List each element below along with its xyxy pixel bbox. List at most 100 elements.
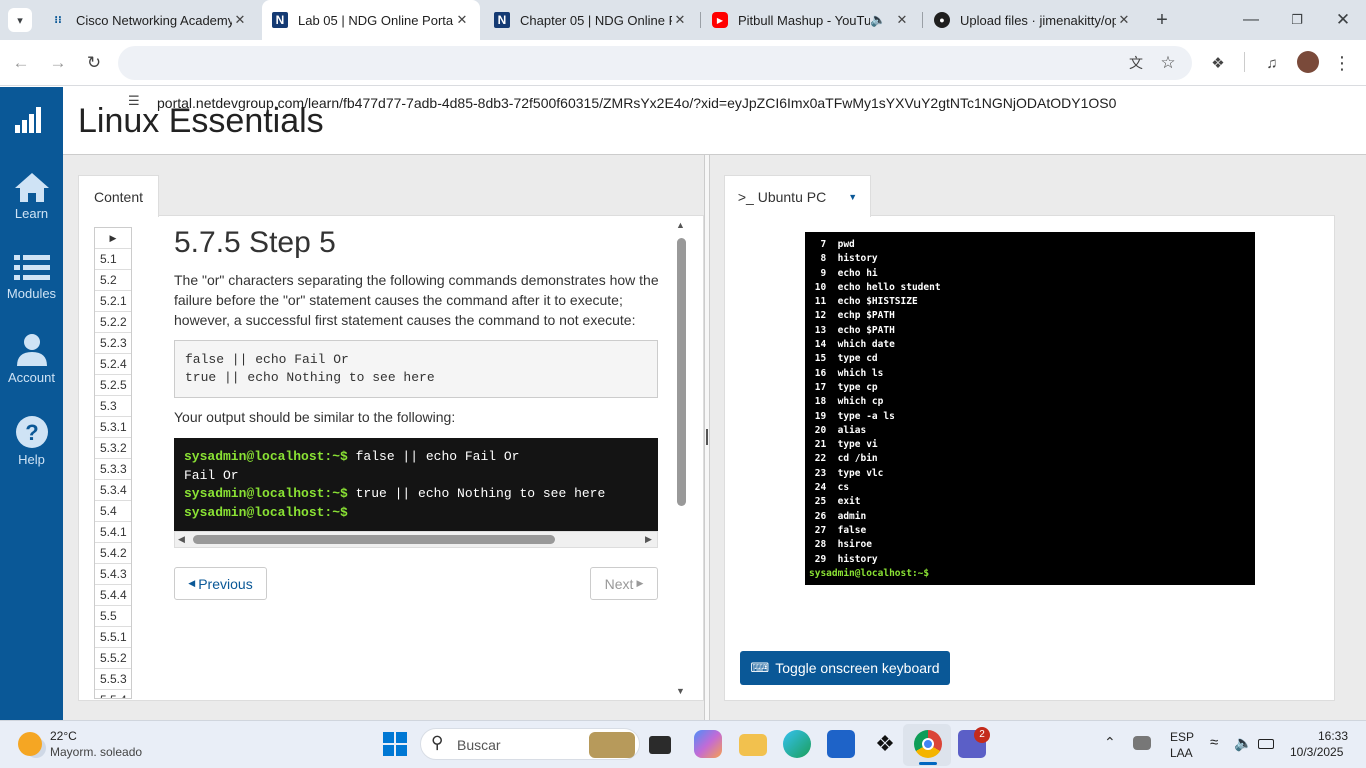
security-icon[interactable] [1133, 736, 1151, 750]
weather-icon[interactable] [18, 732, 42, 756]
tab-cisco[interactable]: ⁝⁝ Cisco Networking Academy ✕ [40, 0, 258, 40]
dropbox-icon[interactable]: ❖ [871, 730, 899, 758]
tab-github[interactable]: ● Upload files · jimenakitty/op ✕ [924, 0, 1142, 40]
task-view-icon[interactable] [649, 736, 671, 754]
media-control-icon[interactable]: ♫ [1259, 50, 1285, 76]
toc-item[interactable]: 5.3 [95, 396, 131, 417]
browser-tab-strip: ▾ ⁝⁝ Cisco Networking Academy ✕ N Lab 05… [0, 0, 1366, 40]
toc-item[interactable]: 5.3.1 [95, 417, 131, 438]
new-tab-button[interactable]: + [1150, 8, 1174, 32]
vertical-scrollbar[interactable]: ▲ ▼ [676, 220, 688, 698]
caret-down-icon[interactable]: ▼ [848, 192, 857, 202]
profile-avatar[interactable] [1297, 51, 1319, 73]
extensions-icon[interactable]: ❖ [1205, 50, 1231, 76]
toc-item[interactable]: 5.3.2 [95, 438, 131, 459]
toc-item[interactable]: 5.2.3 [95, 333, 131, 354]
scroll-right-arrow[interactable]: ▶ [645, 534, 652, 545]
lang-bottom[interactable]: LAA [1170, 746, 1193, 760]
chrome-inner [922, 738, 934, 750]
close-window-button[interactable]: ✕ [1320, 0, 1366, 40]
tab-label: >_ Ubuntu PC [737, 188, 827, 205]
toc-item[interactable]: 5.4.1 [95, 522, 131, 543]
scrollbar-thumb[interactable] [677, 238, 686, 506]
clock-date[interactable]: 10/3/2025 [1290, 745, 1343, 759]
sidebar-item-help[interactable]: ? Help [0, 415, 63, 467]
scroll-down-arrow[interactable]: ▼ [676, 686, 685, 696]
back-button[interactable]: ← [8, 50, 34, 76]
history-line: 18 which cp [809, 396, 884, 408]
forward-button[interactable]: → [45, 50, 71, 76]
close-icon[interactable]: ✕ [672, 12, 688, 28]
toc-item[interactable]: 5.5.1 [95, 627, 131, 648]
toc-item[interactable]: 5.5.4 [95, 690, 131, 698]
sidebar-item-modules[interactable]: Modules [0, 253, 63, 301]
show-hidden-icons[interactable]: ⌃ [1104, 734, 1116, 751]
tab-search-button[interactable]: ▾ [8, 8, 32, 32]
volume-icon[interactable]: 🔈 [1234, 734, 1253, 752]
next-button[interactable]: Next ▶ [590, 567, 658, 600]
minimize-button[interactable]: — [1228, 0, 1274, 40]
close-icon[interactable]: ✕ [894, 12, 910, 28]
restore-button[interactable]: ❐ [1274, 0, 1320, 40]
panel-resize-handle[interactable] [704, 155, 710, 720]
history-line: 24 cs [809, 482, 850, 494]
close-icon[interactable]: ✕ [1116, 12, 1132, 28]
close-icon[interactable]: ✕ [454, 12, 470, 28]
sidebar-item-learn[interactable]: Learn [0, 171, 63, 221]
sample-output-terminal: sysadmin@localhost:~$ false || echo Fail… [174, 438, 658, 532]
windows-start-icon[interactable] [383, 732, 407, 756]
previous-button[interactable]: ◀ Previous [174, 567, 267, 600]
speaker-icon[interactable]: 🔈 [870, 12, 886, 28]
toc-item[interactable]: 5.4.4 [95, 585, 131, 606]
bookmark-star-icon[interactable]: ☆ [1155, 50, 1181, 76]
toggle-keyboard-button[interactable]: ⌨ Toggle onscreen keyboard [740, 651, 950, 685]
battery-icon[interactable] [1258, 739, 1274, 749]
toc-item[interactable]: 5.4.2 [95, 543, 131, 564]
reload-button[interactable]: ↻ [81, 50, 107, 76]
file-explorer-icon[interactable] [739, 734, 767, 756]
wifi-icon[interactable]: ≈ [1210, 734, 1218, 751]
toc-item[interactable]: 5.1 [95, 249, 131, 270]
tab-youtube[interactable]: ▶ Pitbull Mashup - YouTub 🔈 ✕ [702, 0, 920, 40]
copilot-icon[interactable] [694, 730, 722, 758]
toc-item[interactable]: 5.3.4 [95, 480, 131, 501]
scroll-left-arrow[interactable]: ◀ [178, 534, 185, 545]
weather-desc[interactable]: Mayorm. soleado [50, 745, 142, 759]
edge-icon[interactable] [783, 730, 811, 758]
table-of-contents: ▶ 5.1 5.2 5.2.1 5.2.2 5.2.3 5.2.4 5.2.5 5.3 5.3.… [94, 227, 132, 699]
tab-lab05[interactable]: N Lab 05 | NDG Online Portal ✕ [262, 0, 480, 40]
tab-content[interactable]: Content [78, 175, 159, 217]
toc-item[interactable]: 5.3.3 [95, 459, 131, 480]
lang-top[interactable]: ESP [1170, 730, 1194, 744]
terminal-prompt: sysadmin@localhost:~$ [184, 449, 348, 464]
toc-item[interactable]: 5.2.5 [95, 375, 131, 396]
toc-expand-icon[interactable]: ▶ [95, 228, 131, 249]
taskbar-search[interactable]: ⚲ Buscar [420, 728, 640, 760]
close-icon[interactable]: ✕ [232, 12, 248, 28]
sidebar-item-account[interactable]: Account [0, 333, 63, 385]
horizontal-scrollbar[interactable]: ◀ ▶ [174, 531, 658, 548]
toc-item[interactable]: 5.5.2 [95, 648, 131, 669]
history-line: 25 exit [809, 496, 861, 508]
tab-ubuntu-pc[interactable]: >_ Ubuntu PC ▼ [724, 175, 871, 217]
store-icon[interactable] [827, 730, 855, 758]
address-bar[interactable] [118, 46, 1192, 80]
toc-item[interactable]: 5.4 [95, 501, 131, 522]
scroll-up-arrow[interactable]: ▲ [676, 220, 685, 230]
tab-chapter05[interactable]: N Chapter 05 | NDG Online Po ✕ [484, 0, 698, 40]
history-line: 9 echo hi [809, 267, 878, 279]
toc-item[interactable]: 5.2.1 [95, 291, 131, 312]
toc-item[interactable]: 5.5 [95, 606, 131, 627]
weather-temp[interactable]: 22°C [50, 729, 77, 743]
toc-item[interactable]: 5.2.4 [95, 354, 131, 375]
cisco-icon: ⁝⁝ [54, 14, 62, 26]
scrollbar-thumb[interactable] [193, 535, 555, 544]
toc-item[interactable]: 5.4.3 [95, 564, 131, 585]
toc-item[interactable]: 5.2.2 [95, 312, 131, 333]
menu-kebab-icon[interactable]: ⋮ [1329, 50, 1355, 76]
toc-item[interactable]: 5.2 [95, 270, 131, 291]
clock-time[interactable]: 16:33 [1318, 729, 1348, 743]
vm-terminal[interactable]: 7 pwd 8 history 9 echo hi 10 echo hello … [805, 232, 1255, 585]
toc-item[interactable]: 5.5.3 [95, 669, 131, 690]
translate-icon[interactable]: 文 [1123, 50, 1149, 76]
